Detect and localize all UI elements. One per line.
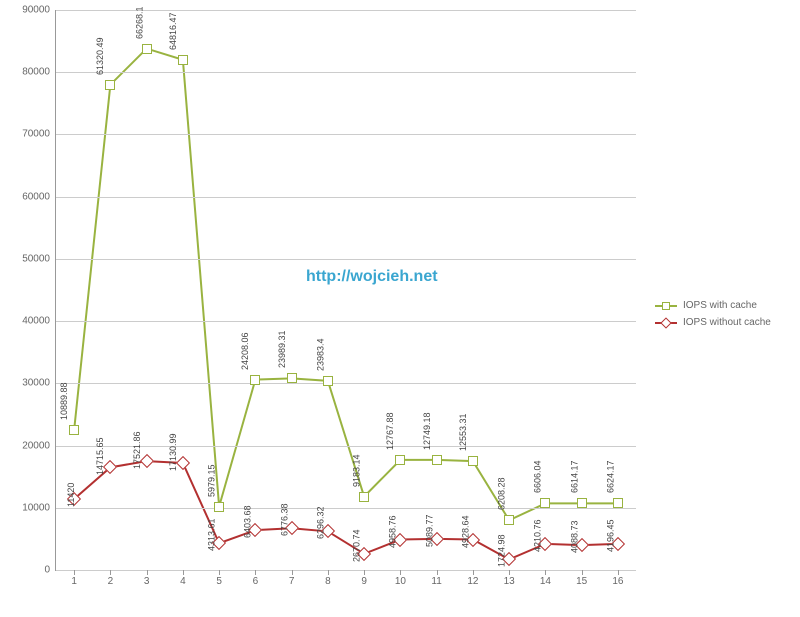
data-label: 6624.17 [606,461,616,494]
data-label: 12767.88 [386,412,396,450]
y-axis-label: 30000 [22,378,56,389]
data-label: 5979.15 [207,464,217,497]
gridline [56,383,636,384]
marker-with-cache [504,515,514,525]
data-label: 17130.99 [168,433,178,471]
x-axis-label: 7 [289,570,295,587]
x-axis-label: 8 [325,570,331,587]
y-axis-label: 40000 [22,316,56,327]
marker-with-cache [432,455,442,465]
y-axis-label: 80000 [22,67,56,78]
data-label: 4928.64 [461,515,471,548]
x-axis-label: 16 [612,570,623,587]
data-label: 2670.74 [352,529,362,562]
marker-with-cache [468,456,478,466]
x-axis-label: 13 [504,570,515,587]
y-axis-label: 60000 [22,191,56,202]
legend-swatch-with-cache [655,305,677,307]
x-axis-label: 12 [467,570,478,587]
legend-item-with-cache: IOPS with cache [655,300,771,311]
marker-with-cache [69,425,79,435]
x-axis-label: 1 [71,570,77,587]
data-label: 1724.98 [497,535,507,568]
x-axis-label: 9 [361,570,367,587]
marker-with-cache [613,498,623,508]
marker-with-cache [214,502,224,512]
data-label: 6776.38 [279,504,289,537]
data-label: 4958.76 [388,515,398,548]
y-axis-label: 0 [44,565,56,576]
data-label: 10889.88 [59,382,69,420]
data-label: 12749.18 [422,412,432,450]
marker-with-cache [540,498,550,508]
marker-with-cache [105,80,115,90]
marker-with-cache [287,373,297,383]
data-label: 9183.14 [352,454,362,487]
data-label: 12553.31 [458,414,468,452]
legend-label: IOPS with cache [683,300,757,311]
data-label: 6403.68 [243,506,253,539]
data-label: 5089.77 [424,514,434,547]
watermark-text: http://wojcieh.net [306,268,438,286]
data-label: 24208.06 [241,332,251,370]
gridline [56,321,636,322]
data-label: 64816.47 [168,12,178,50]
chart-container: http://wojcieh.net 0 10000 20000 30000 40000… [0,0,800,617]
data-label: 66268.1 [134,6,144,39]
gridline [56,197,636,198]
gridline [56,72,636,73]
data-label: 11420 [66,483,76,507]
data-label: 6296.32 [316,507,326,540]
legend-swatch-without-cache [655,322,677,324]
x-axis-label: 10 [395,570,406,587]
x-axis-label: 4 [180,570,186,587]
y-axis-label: 10000 [22,502,56,513]
marker-with-cache [178,55,188,65]
marker-with-cache [250,375,260,385]
data-label: 61320.49 [96,37,106,75]
data-label: 6606.04 [533,461,543,494]
x-axis-label: 14 [540,570,551,587]
x-axis-label: 3 [144,570,150,587]
legend-label: IOPS without cache [683,317,771,328]
gridline [56,259,636,260]
y-axis-label: 90000 [22,5,56,16]
data-label: 4313.61 [207,519,217,552]
y-axis-label: 50000 [22,253,56,264]
data-label: 14715.65 [96,438,106,476]
data-label: 4088.73 [569,521,579,554]
marker-with-cache [323,376,333,386]
gridline [56,134,636,135]
series-lines [56,10,636,570]
y-axis-label: 70000 [22,129,56,140]
marker-with-cache [395,455,405,465]
plot-area: http://wojcieh.net 010000200003000040000… [55,10,636,571]
data-label: 23989.31 [277,331,287,369]
data-label: 17521.86 [132,432,142,470]
data-label: 4210.76 [533,519,543,552]
y-axis-label: 20000 [22,440,56,451]
legend: IOPS with cache IOPS without cache [655,300,771,334]
x-axis-label: 15 [576,570,587,587]
data-label: 4196.45 [606,519,616,552]
x-axis-label: 5 [216,570,222,587]
data-label: 6614.17 [569,461,579,494]
x-axis-label: 2 [108,570,114,587]
x-axis-label: 6 [253,570,259,587]
marker-with-cache [359,492,369,502]
gridline [56,446,636,447]
marker-with-cache [577,498,587,508]
marker-with-cache [142,44,152,54]
legend-item-without-cache: IOPS without cache [655,317,771,328]
data-label: 6208.28 [497,478,507,511]
data-label: 23983.4 [316,338,326,371]
x-axis-label: 11 [431,570,441,587]
